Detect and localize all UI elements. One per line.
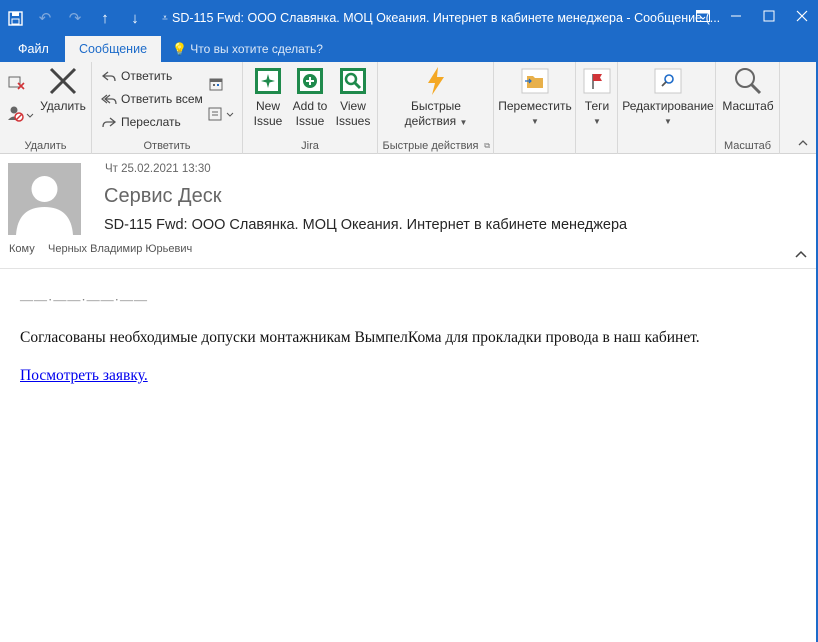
new-issue-label-1: New bbox=[255, 99, 280, 113]
delete-button[interactable]: Удалить bbox=[38, 66, 88, 114]
close-icon[interactable] bbox=[785, 0, 818, 32]
meeting-icon[interactable] bbox=[206, 74, 226, 94]
separator-text: ——·——·——·—— bbox=[20, 292, 148, 307]
view-issues-label-1: View bbox=[340, 99, 366, 113]
flag-icon bbox=[582, 66, 612, 96]
tab-message[interactable]: Сообщение bbox=[65, 36, 162, 62]
quick-actions-label-2: действия ▼ bbox=[404, 114, 468, 128]
save-icon[interactable] bbox=[0, 2, 30, 34]
reply-all-label: Ответить всем bbox=[121, 92, 203, 106]
forward-label: Переслать bbox=[121, 115, 181, 129]
editing-button[interactable]: Редактирование ▼ bbox=[620, 66, 716, 129]
delete-button-label: Удалить bbox=[40, 99, 86, 113]
reply-all-button[interactable]: Ответить всем bbox=[100, 88, 203, 110]
find-icon bbox=[653, 66, 683, 96]
zoom-label: Масштаб bbox=[722, 99, 774, 113]
delete-x-icon bbox=[48, 66, 78, 96]
recipient-name[interactable]: Черных Владимир Юрьевич bbox=[48, 243, 192, 255]
view-issues-label-2: Issues bbox=[335, 114, 371, 128]
delete-group-label: Удалить bbox=[24, 140, 67, 152]
reply-button[interactable]: Ответить bbox=[100, 65, 172, 87]
new-issue-button[interactable]: New Issue bbox=[251, 66, 285, 129]
ignore-icon[interactable] bbox=[6, 72, 26, 92]
window-controls bbox=[686, 0, 818, 36]
move-label: Переместить bbox=[498, 99, 572, 113]
ribbon-tabs: Файл Сообщение 💡 Что вы хотите сделать? bbox=[0, 36, 818, 62]
message-date: Чт 25.02.2021 13:30 bbox=[105, 163, 211, 175]
add-to-issue-icon bbox=[295, 66, 325, 96]
editing-group: Редактирование ▼ bbox=[618, 62, 716, 154]
chevron-down-icon: ▼ bbox=[593, 117, 601, 126]
collapse-header-icon[interactable] bbox=[794, 247, 808, 261]
new-issue-label-2: Issue bbox=[253, 114, 283, 128]
add-to-issue-label-2: Issue bbox=[295, 114, 325, 128]
reply-icon bbox=[100, 67, 118, 85]
forward-button[interactable]: Переслать bbox=[100, 111, 181, 133]
jira-group: New Issue Add to Issue View Issues Jira bbox=[243, 62, 378, 154]
to-label: Кому bbox=[9, 243, 35, 255]
arrow-up-icon[interactable]: ↑ bbox=[90, 2, 120, 34]
message-subject: SD-115 Fwd: ООО Славянка. МОЦ Океания. И… bbox=[104, 217, 628, 233]
chevron-down-icon: ▼ bbox=[531, 117, 539, 126]
lightning-icon bbox=[421, 66, 451, 96]
title-bar: ↶ ↷ ↑ ↓ ⩡ SD-115 Fwd: ООО Славянка. МОЦ … bbox=[0, 0, 818, 36]
reply-label: Ответить bbox=[121, 69, 173, 83]
quick-actions-button[interactable]: Быстрые действия ▼ bbox=[396, 66, 476, 130]
move-button[interactable]: Переместить ▼ bbox=[497, 66, 573, 129]
quick-actions-label-1: Быстрые bbox=[411, 99, 461, 113]
zoom-group-label: Масштаб bbox=[723, 140, 772, 152]
tab-file[interactable]: Файл bbox=[4, 36, 63, 62]
delete-group: Удалить Удалить bbox=[0, 62, 92, 154]
undo-icon[interactable]: ↶ bbox=[30, 2, 60, 34]
tags-button[interactable]: Теги ▼ bbox=[578, 66, 616, 129]
lightbulb-icon: 💡 bbox=[172, 42, 187, 56]
message-body: ——·——·——·—— Согласованы необходимые допу… bbox=[0, 270, 818, 642]
redo-icon[interactable]: ↷ bbox=[60, 2, 90, 34]
message-header: Чт 25.02.2021 13:30 Сервис Деск SD-115 F… bbox=[0, 155, 818, 269]
quick-actions-group-label: Быстрые действия bbox=[382, 140, 479, 152]
quick-access-toolbar: ↶ ↷ ↑ ↓ ⩡ bbox=[0, 0, 180, 36]
move-group: Переместить ▼ bbox=[494, 62, 576, 154]
forward-icon bbox=[100, 113, 118, 131]
tell-me-box[interactable]: 💡 Что вы хотите сделать? bbox=[172, 36, 323, 62]
view-request-link[interactable]: Посмотреть заявку. bbox=[20, 367, 148, 385]
move-folder-icon bbox=[520, 66, 550, 96]
window-title: SD-115 Fwd: ООО Славянка. МОЦ Океания. И… bbox=[172, 11, 721, 25]
body-paragraph: Согласованы необходимые допуски монтажни… bbox=[20, 329, 700, 346]
zoom-group: Масштаб Масштаб bbox=[716, 62, 780, 154]
magnifier-icon bbox=[733, 66, 763, 96]
minimize-icon[interactable] bbox=[719, 0, 752, 32]
arrow-down-icon[interactable]: ↓ bbox=[120, 2, 150, 34]
ribbon: Удалить Удалить Ответить Ответить всем П… bbox=[0, 62, 818, 154]
add-to-issue-button[interactable]: Add to Issue bbox=[289, 66, 331, 129]
ribbon-display-icon[interactable] bbox=[686, 0, 719, 32]
more-respond-icon[interactable] bbox=[206, 104, 236, 124]
chevron-down-icon: ▼ bbox=[459, 118, 468, 127]
sender-name[interactable]: Сервис Деск bbox=[104, 185, 221, 208]
collapse-ribbon-icon[interactable] bbox=[798, 135, 808, 149]
tell-me-text: Что вы хотите сделать? bbox=[190, 42, 323, 56]
jira-group-label: Jira bbox=[301, 140, 319, 152]
junk-icon[interactable] bbox=[6, 104, 36, 124]
respond-group-label: Ответить bbox=[143, 140, 191, 152]
maximize-icon[interactable] bbox=[752, 0, 785, 32]
editing-label: Редактирование bbox=[622, 99, 714, 113]
tags-label: Теги bbox=[584, 99, 610, 113]
respond-group: Ответить Ответить всем Переслать Ответит… bbox=[92, 62, 243, 154]
quick-actions-group: Быстрые действия ▼ Быстрые действия ⧉ bbox=[378, 62, 494, 154]
zoom-button[interactable]: Масштаб bbox=[718, 66, 778, 114]
avatar bbox=[8, 163, 81, 235]
dialog-launcher-icon[interactable]: ⧉ bbox=[484, 141, 490, 151]
view-issues-icon bbox=[338, 66, 368, 96]
view-issues-button[interactable]: View Issues bbox=[333, 66, 373, 129]
tags-group: Теги ▼ bbox=[576, 62, 618, 154]
reply-all-icon bbox=[100, 90, 118, 108]
add-to-issue-label-1: Add to bbox=[292, 99, 328, 113]
new-issue-icon bbox=[253, 66, 283, 96]
chevron-down-icon: ▼ bbox=[664, 117, 672, 126]
